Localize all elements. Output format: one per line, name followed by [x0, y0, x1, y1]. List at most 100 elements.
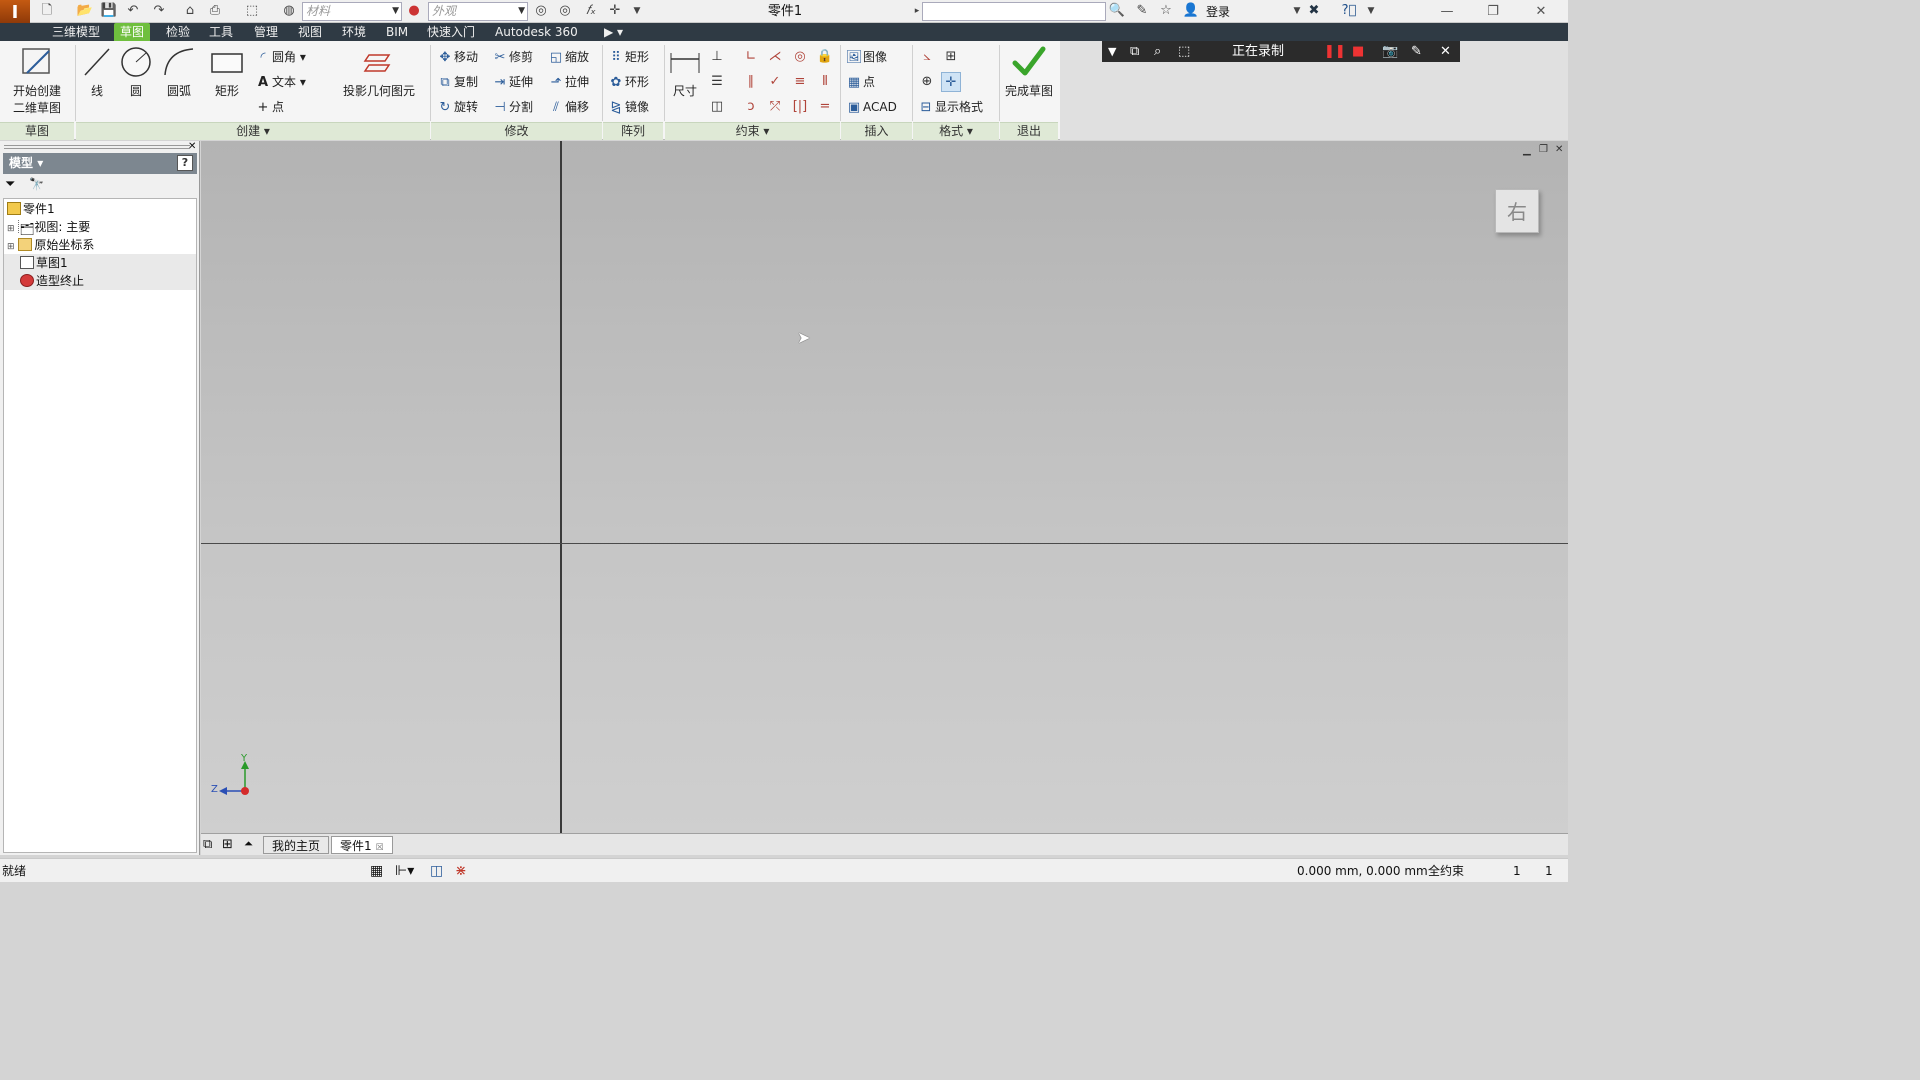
inference-icon[interactable]: ⋇ — [455, 863, 467, 879]
finish-sketch-button[interactable]: 完成草图 — [1002, 45, 1056, 99]
rec-window-icon[interactable]: ⧉ — [1130, 41, 1139, 62]
rec-close-icon[interactable]: ✕ — [1440, 41, 1451, 62]
redo-icon[interactable]: ↷ — [150, 3, 168, 19]
tree-item-part[interactable]: 零件1 — [4, 200, 196, 218]
coincident-icon[interactable]: ∟ — [741, 47, 761, 67]
print-icon[interactable]: ⎙ — [206, 3, 224, 19]
material-select[interactable]: 材料 ▼ — [302, 2, 402, 21]
minimize-button[interactable]: — — [1424, 0, 1470, 23]
ortho-icon[interactable]: ⊩▾ — [395, 863, 414, 879]
select-icon[interactable]: ⬚ — [243, 3, 261, 19]
tree-item-end-of-part[interactable]: 造型终止 — [4, 272, 196, 290]
pause-icon[interactable]: ❚❚ — [1324, 41, 1346, 62]
symmetric-icon[interactable]: [|] — [790, 97, 810, 117]
circular-pattern-button[interactable]: ✿ 环形 — [607, 72, 649, 92]
acad-button[interactable]: ▣ ACAD — [845, 97, 897, 117]
perpendicular-icon[interactable]: ✓ — [765, 72, 785, 92]
start-2d-sketch-button[interactable]: 开始创建 二维草图 — [6, 45, 68, 116]
canvas-close-icon[interactable]: ✕ — [1555, 144, 1563, 155]
project-geometry-button[interactable]: 投影几何图元 — [338, 45, 420, 99]
appearance-icon[interactable]: ● — [405, 3, 423, 19]
tab-part1[interactable]: 零件1 ☒ — [331, 836, 393, 854]
equal-icon[interactable]: = — [815, 97, 835, 117]
help-dropdown-icon[interactable]: ▼ — [1362, 3, 1380, 19]
help-search-input[interactable] — [922, 2, 1106, 21]
image-button[interactable]: 🖼图像 — [845, 47, 887, 67]
tab-inspect[interactable]: 检验 — [160, 23, 196, 41]
tab-view[interactable]: 视图 — [292, 23, 328, 41]
crosshair-icon[interactable]: ✛ — [606, 3, 624, 19]
camera-icon[interactable]: 📷 — [1382, 41, 1398, 62]
exchange-icon[interactable]: ✖ — [1305, 3, 1323, 19]
globe-icon[interactable]: ◍ — [280, 3, 298, 19]
fix-lock-icon[interactable]: 🔒 — [815, 47, 835, 67]
panel-title-create[interactable]: 创建 ▾ — [76, 122, 430, 140]
construction-icon[interactable]: ⦣ — [917, 47, 937, 67]
rec-region-icon[interactable]: ⬚ — [1178, 41, 1190, 62]
parallel-icon[interactable]: ∥ — [741, 72, 761, 92]
constraint-settings-icon[interactable]: ◫ — [707, 97, 727, 117]
login-link[interactable]: 登录 — [1206, 3, 1230, 20]
vertical-icon[interactable]: ⫴ — [815, 72, 835, 92]
browser-header[interactable]: 模型 ▾ ? — [3, 153, 197, 174]
cascade-icon[interactable]: ⧉ — [203, 837, 212, 852]
sketch-only-icon[interactable]: ✛ — [941, 72, 961, 92]
auto-dimension-icon[interactable]: ⊥ — [707, 47, 727, 67]
split-button[interactable]: ⊣ 分割 — [491, 97, 533, 117]
login-dropdown-icon[interactable]: ▼ — [1288, 3, 1306, 19]
mirror-button[interactable]: ⧎ 镜像 — [607, 97, 649, 117]
tile-icon[interactable]: ⊞ — [222, 837, 233, 852]
browser-help-icon[interactable]: ? — [177, 155, 193, 171]
canvas-minimize-icon[interactable]: ▁ — [1523, 145, 1531, 156]
appearance-select[interactable]: 外观 ▼ — [428, 2, 528, 21]
tab-sketch[interactable]: 草图 — [114, 23, 151, 41]
save-icon[interactable]: 💾 — [100, 3, 118, 19]
offset-button[interactable]: ⫽ 偏移 — [547, 97, 589, 117]
binoculars-icon[interactable]: 🔍 — [1108, 3, 1126, 19]
tab-autodesk-360[interactable]: Autodesk 360 — [489, 23, 584, 41]
qat-dropdown-icon[interactable]: ▼ — [628, 3, 646, 19]
adjust-icon[interactable]: ◎ — [532, 3, 550, 19]
open-icon[interactable]: 📂 — [76, 3, 94, 19]
tab-manage[interactable]: 管理 — [248, 23, 284, 41]
tab-environments[interactable]: 环境 — [336, 23, 372, 41]
stop-icon[interactable]: ■ — [1352, 41, 1364, 62]
collinear-icon[interactable]: ⋌ — [765, 47, 785, 67]
circle-button[interactable]: 圆 — [118, 45, 154, 99]
subscription-icon[interactable]: ✎ — [1133, 3, 1151, 19]
tab-bim[interactable]: BIM — [380, 23, 414, 41]
show-format-button[interactable]: ⊟ 显示格式 — [917, 97, 983, 117]
canvas-restore-icon[interactable]: ❐ — [1539, 144, 1548, 155]
browser-close-icon[interactable]: ✕ — [188, 141, 196, 152]
point-button[interactable]: + 点 — [254, 97, 284, 117]
arc-button[interactable]: 圆弧 — [160, 45, 198, 99]
expand-icon[interactable]: ⊞ — [7, 224, 15, 234]
close-button[interactable]: ✕ — [1518, 0, 1564, 23]
favorites-icon[interactable]: ☆ — [1157, 3, 1175, 19]
rec-zoom-icon[interactable]: ⌕ — [1154, 41, 1161, 62]
smooth-icon[interactable]: ⤱ — [765, 97, 785, 117]
expand-icon[interactable]: ⊞ — [7, 242, 15, 252]
move-button[interactable]: ✥ 移动 — [436, 47, 478, 67]
text-button[interactable]: A 文本 ▾ — [254, 72, 306, 92]
grid-snap-icon[interactable]: ▦ — [370, 863, 383, 879]
tab-close-icon[interactable]: ☒ — [375, 843, 383, 853]
find-icon[interactable]: 🔭 — [29, 177, 44, 191]
viewcube[interactable]: 右 — [1495, 189, 1539, 233]
iso-view-icon[interactable]: ◫ — [430, 863, 443, 879]
show-constraints-icon[interactable]: ☰ — [707, 72, 727, 92]
line-button[interactable]: 线 — [80, 45, 114, 99]
rotate-button[interactable]: ↻ 旋转 — [436, 97, 478, 117]
centerpoint-icon[interactable]: ⊕ — [917, 72, 937, 92]
rectangle-button[interactable]: 矩形 — [208, 45, 246, 99]
concentric-icon[interactable]: ◎ — [790, 47, 810, 67]
tree-item-origin[interactable]: ⊞ 原始坐标系 — [4, 236, 196, 254]
tab-tools[interactable]: 工具 — [203, 23, 239, 41]
tangent-icon[interactable]: ↄ — [741, 97, 761, 117]
undo-icon[interactable]: ↶ — [124, 3, 142, 19]
tab-get-started[interactable]: 快速入门 — [421, 23, 481, 41]
stretch-button[interactable]: ⬏ 拉伸 — [547, 72, 589, 92]
fx-icon[interactable]: 𝑓ₓ — [582, 3, 600, 19]
fillet-button[interactable]: ◜ 圆角 ▾ — [254, 47, 305, 67]
trim-button[interactable]: ✂ 修剪 — [491, 47, 533, 67]
